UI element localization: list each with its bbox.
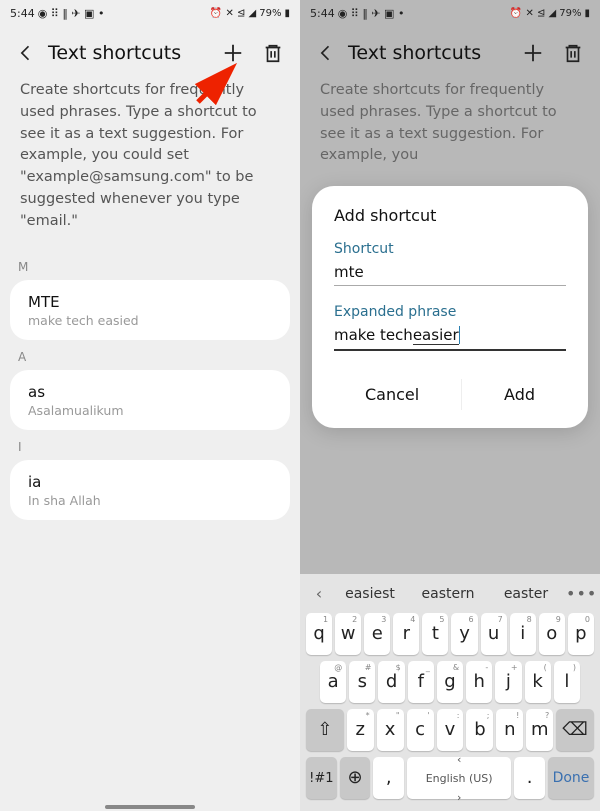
suggestion[interactable]: eastern [410,586,486,602]
suggestion-more-icon[interactable]: ••• [566,584,592,603]
page-title: Text shortcuts [348,42,510,64]
key-row: 1q2w3e4r5t6y7u8i9o0p [304,613,596,655]
delete-icon[interactable] [562,42,584,64]
shortcut-title: MTE [28,293,272,311]
shortcut-title: as [28,383,272,401]
key-l[interactable]: )l [554,661,580,703]
section-label: M [0,250,300,280]
add-button[interactable]: Add [484,379,555,410]
battery-icon: ▮ [584,8,590,19]
status-icons-left: ◉ ⠿ ‖ ✈ ▣ • [38,7,105,20]
backspace-key[interactable]: ⌫ [556,709,594,751]
key-f[interactable]: _f [408,661,434,703]
suggestion-back-icon[interactable]: ‹ [308,584,330,603]
add-shortcut-dialog: Add shortcut Shortcut Expanded phrase ma… [312,186,588,428]
key-z[interactable]: *z [347,709,374,751]
suggestion[interactable]: easiest [332,586,408,602]
clock: 5:44 [310,7,335,20]
key-h[interactable]: -h [466,661,492,703]
delete-icon[interactable] [262,42,284,64]
shortcut-item[interactable]: ia In sha Allah [10,460,290,520]
status-bar: 5:44 ◉ ⠿ ‖ ✈ ▣ • ⏰ ✕ ⊴ ◢ 79% ▮ [0,0,300,24]
symbols-key[interactable]: !#1 [306,757,337,799]
key-p[interactable]: 0p [568,613,594,655]
cursor-icon [459,326,460,344]
status-icons-right: ⏰ ✕ ⊴ ◢ [210,8,256,19]
key-c[interactable]: 'c [407,709,434,751]
shortcut-phrase: Asalamualikum [28,403,272,418]
annotation-arrow [190,50,250,110]
header: Text shortcuts [300,24,600,80]
key-m[interactable]: ?m [526,709,553,751]
suggestion-bar: ‹ easiest eastern easter ••• [304,574,596,613]
dialog-title: Add shortcut [334,206,566,225]
key-i[interactable]: 8i [510,613,536,655]
key-o[interactable]: 9o [539,613,565,655]
globe-key[interactable]: ⊕ [340,757,371,799]
key-a[interactable]: @a [320,661,346,703]
done-key[interactable]: Done [548,757,594,799]
key-s[interactable]: #s [349,661,375,703]
status-icons-right: ⏰ ✕ ⊴ ◢ [510,8,556,19]
status-bar: 5:44 ◉ ⠿ ‖ ✈ ▣ • ⏰ ✕ ⊴ ◢ 79% ▮ [300,0,600,24]
key-k[interactable]: (k [525,661,551,703]
space-key[interactable]: ‹English (US)› [407,757,511,799]
key-q[interactable]: 1q [306,613,332,655]
description-text: Create shortcuts for frequently used phr… [0,80,300,250]
battery-icon: ▮ [284,8,290,19]
header: Text shortcuts [0,24,300,80]
expanded-field-label: Expanded phrase [334,304,566,320]
shift-key[interactable]: ⇧ [306,709,344,751]
back-icon[interactable] [316,43,336,63]
key-v[interactable]: :v [437,709,464,751]
keyboard: ‹ easiest eastern easter ••• 1q2w3e4r5t6… [300,574,600,811]
shortcut-field-label: Shortcut [334,241,566,257]
divider [461,379,462,410]
shortcut-item[interactable]: as Asalamualikum [10,370,290,430]
comma-key[interactable]: , [373,757,404,799]
status-icons-left: ◉ ⠿ ‖ ✈ ▣ • [338,7,405,20]
key-u[interactable]: 7u [481,613,507,655]
key-row: !#1 ⊕ , ‹English (US)› . Done [304,757,596,799]
battery-text: 79% [559,8,581,19]
shortcut-phrase: make tech easied [28,313,272,328]
key-row: @a#s$d_f&g-h+j(k)l [304,661,596,703]
key-d[interactable]: $d [378,661,404,703]
key-w[interactable]: 2w [335,613,361,655]
expanded-input[interactable]: make tech easier [334,324,566,351]
key-j[interactable]: +j [495,661,521,703]
key-y[interactable]: 6y [451,613,477,655]
nav-handle[interactable] [105,805,195,809]
key-x[interactable]: "x [377,709,404,751]
shortcut-item[interactable]: MTE make tech easied [10,280,290,340]
cancel-button[interactable]: Cancel [345,379,439,410]
clock: 5:44 [10,7,35,20]
page-title: Text shortcuts [48,42,210,64]
section-label: A [0,340,300,370]
key-g[interactable]: &g [437,661,463,703]
battery-text: 79% [259,8,281,19]
description-text: Create shortcuts for frequently used phr… [300,80,600,185]
key-t[interactable]: 5t [422,613,448,655]
section-label: I [0,430,300,460]
key-b[interactable]: ;b [466,709,493,751]
key-e[interactable]: 3e [364,613,390,655]
key-row: ⇧ *z"x'c:v;b!n?m ⌫ [304,709,596,751]
back-icon[interactable] [16,43,36,63]
key-n[interactable]: !n [496,709,523,751]
key-r[interactable]: 4r [393,613,419,655]
shortcut-title: ia [28,473,272,491]
add-icon[interactable] [522,42,544,64]
suggestion[interactable]: easter [488,586,564,602]
shortcut-input[interactable] [334,261,566,286]
shortcut-phrase: In sha Allah [28,493,272,508]
period-key[interactable]: . [514,757,545,799]
